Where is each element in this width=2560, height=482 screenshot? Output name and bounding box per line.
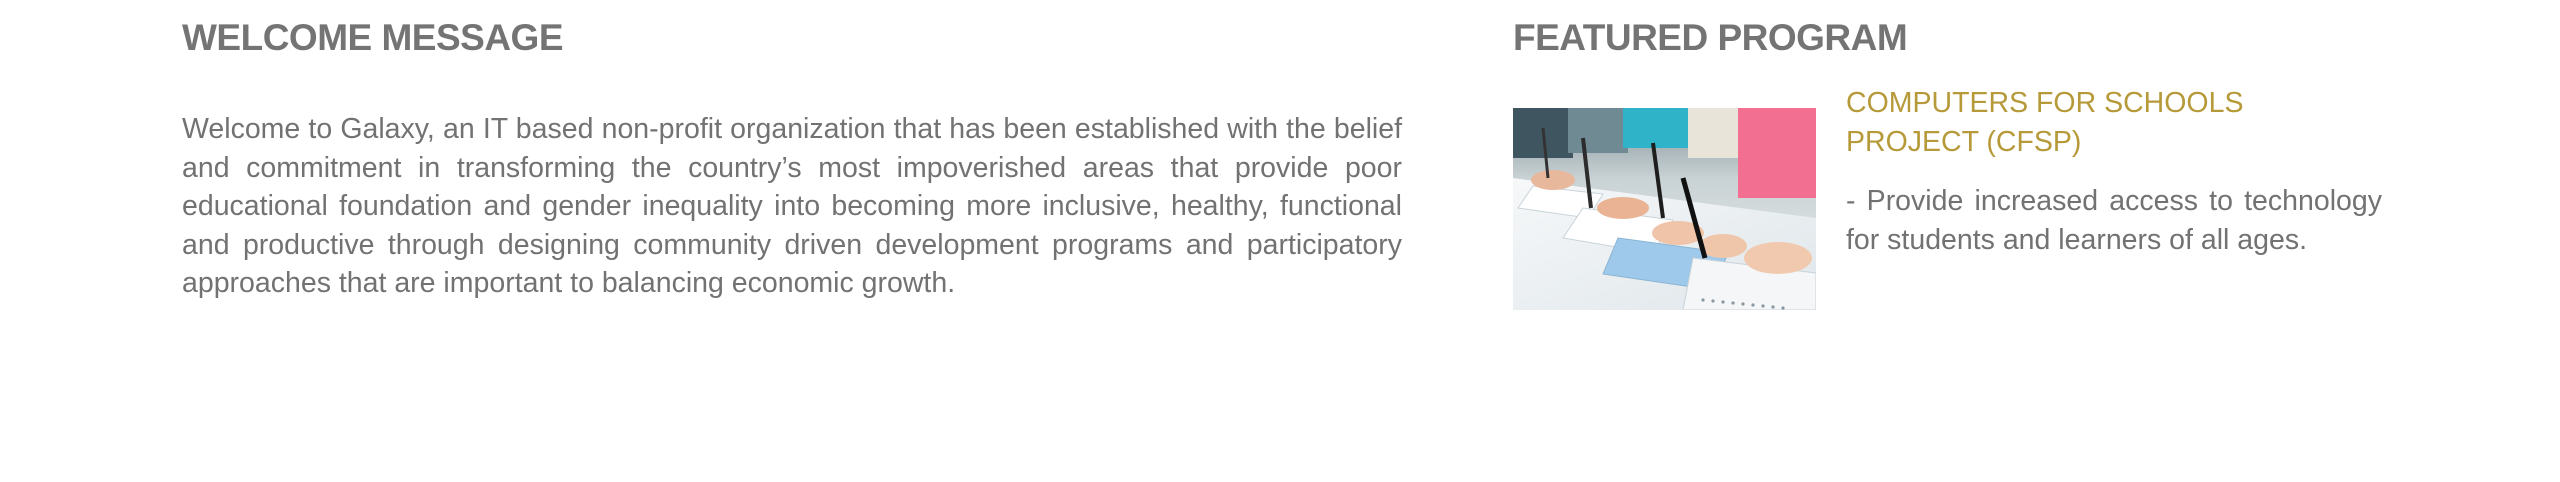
program-description: - Provide increased access to technology… (1846, 185, 2382, 256)
welcome-section: WELCOME MESSAGE Welcome to Galaxy, an IT… (182, 12, 1402, 303)
welcome-message: Welcome to Galaxy, an IT based non-profi… (182, 113, 1402, 299)
page: WELCOME MESSAGE Welcome to Galaxy, an IT… (0, 0, 2560, 482)
featured-program-details: COMPUTERS FOR SCHOOLS PROJECT (CFSP) - P… (1846, 84, 2382, 259)
featured-title: FEATURED PROGRAM (1513, 17, 1908, 58)
program-title-link[interactable]: COMPUTERS FOR SCHOOLS PROJECT (CFSP) (1846, 84, 2382, 162)
welcome-title: WELCOME MESSAGE (182, 17, 564, 58)
featured-program-card: COMPUTERS FOR SCHOOLS PROJECT (CFSP) - P… (1513, 87, 2383, 314)
featured-program-section: FEATURED PROGRAM COMPUTERS FOR SCHOOLS P… (1513, 12, 2383, 314)
students-writing-photo[interactable] (1513, 108, 1816, 310)
